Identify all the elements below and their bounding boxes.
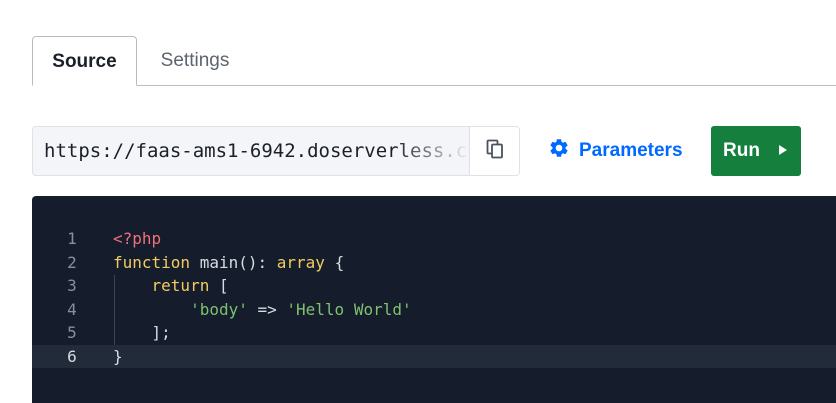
tab-source[interactable]: Source (32, 36, 137, 86)
code-line[interactable]: 5 ]; (32, 321, 836, 345)
code-token: function (113, 252, 191, 272)
function-url-field[interactable]: https://faas-ams1-6942.doserverless.co/ (32, 126, 520, 176)
run-button[interactable]: Run (711, 126, 801, 176)
code-token: [ (209, 276, 229, 295)
gear-icon (548, 137, 570, 165)
parameters-label: Parameters (579, 140, 683, 161)
line-code: 'body' => 'Hello World' (113, 298, 412, 322)
code-line[interactable]: 1 <?php (32, 227, 836, 251)
play-icon (778, 140, 788, 162)
code-token: array (276, 252, 325, 272)
code-line[interactable]: 2 function main(): array { (32, 251, 836, 275)
line-number: 1 (67, 229, 77, 248)
line-number: 5 (67, 323, 77, 342)
line-code: } (113, 345, 123, 369)
copy-icon (486, 139, 504, 164)
code-token: 'Hello World' (286, 299, 412, 319)
tab-settings[interactable]: Settings (140, 36, 250, 86)
code-line[interactable]: 6} (32, 344, 836, 369)
line-number: 6 (67, 346, 77, 366)
line-number: 2 (67, 252, 77, 272)
code-token: } (113, 346, 123, 366)
code-token: => (247, 299, 287, 319)
code-token: 'body' (190, 299, 248, 319)
code-token: <?php (113, 229, 162, 248)
code-line[interactable]: 3 return [ (32, 274, 836, 298)
code-token: main(): (190, 252, 277, 272)
copy-url-button[interactable] (469, 127, 519, 175)
line-code: <?php (113, 227, 161, 251)
line-code: function main(): array { (113, 251, 344, 275)
code-token: ]; (113, 323, 171, 342)
tab-divider (32, 85, 836, 86)
code-token: return (151, 276, 210, 295)
line-number: 3 (67, 276, 77, 295)
code-editor[interactable]: 1 <?php 2 function main(): array {3 return … (32, 196, 836, 403)
code-token: { (324, 252, 345, 272)
line-code: ]; (113, 321, 171, 345)
code-line[interactable]: 4 'body' => 'Hello World' (32, 298, 836, 322)
run-label: Run (723, 140, 760, 161)
line-code: return [ (113, 274, 229, 298)
url-fade-overlay (393, 127, 471, 175)
tab-bar: Source Settings (0, 36, 836, 86)
line-number: 4 (67, 299, 77, 319)
parameters-button[interactable]: Parameters (548, 126, 683, 176)
